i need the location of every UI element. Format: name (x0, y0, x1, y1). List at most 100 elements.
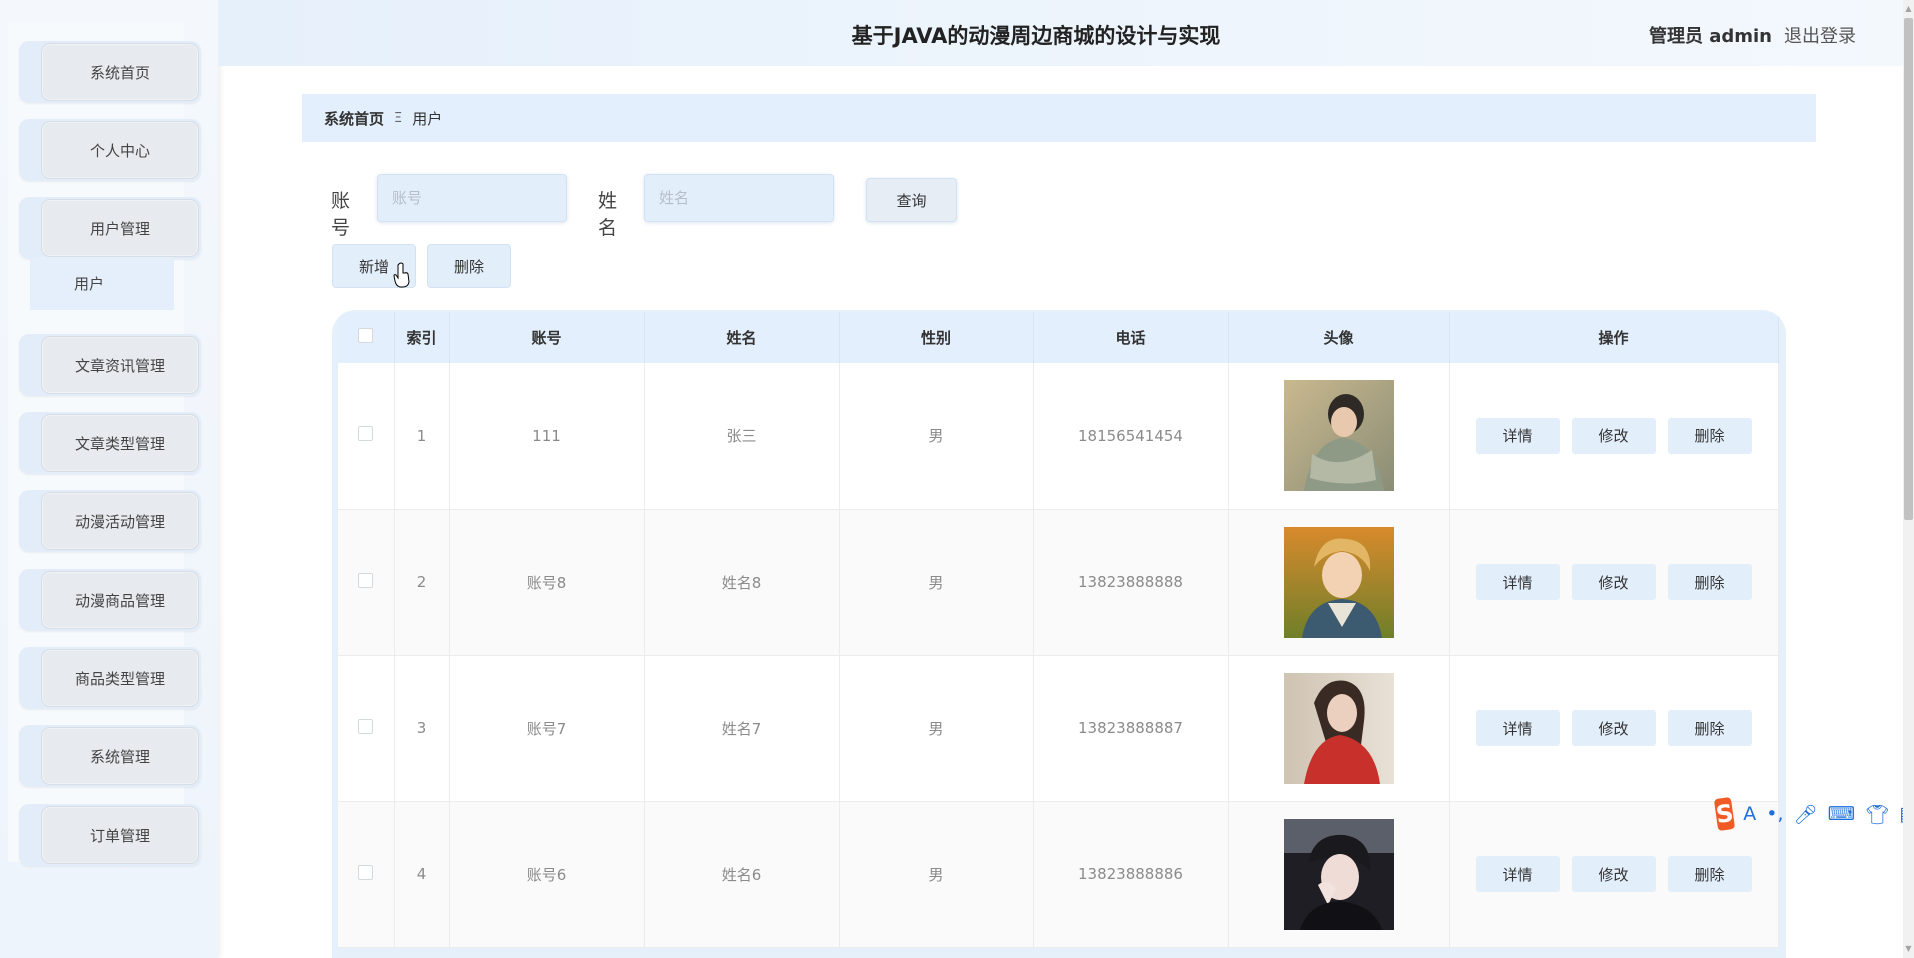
sidebar-item-label: 系统首页 (41, 43, 199, 101)
user-avatar-image[interactable] (1283, 672, 1394, 784)
shirt-icon[interactable]: 👕︎ (1865, 803, 1889, 826)
cell-gender: 男 (839, 363, 1034, 510)
table-row: 1 111 张三 男 18156541454 详情 修改 删除 (338, 363, 1779, 510)
ime-mode-icon[interactable]: A (1743, 803, 1756, 825)
column-header-gender: 性别 (839, 312, 1034, 363)
column-header-avatar: 头像 (1228, 312, 1450, 363)
sidebar-item-label: 用户管理 (41, 199, 199, 257)
row-checkbox[interactable] (358, 426, 374, 442)
scroll-down-arrow-icon[interactable]: ▼ (1903, 944, 1914, 954)
cell-index: 3 (394, 655, 450, 802)
hand-cursor-icon (393, 262, 410, 288)
breadcrumb: 系统首页 Ξ 用户 (302, 94, 1816, 142)
delete-button[interactable]: 删除 (1667, 856, 1752, 892)
row-select-cell (338, 801, 395, 948)
row-select-cell (338, 655, 395, 802)
sidebar-item-article-management[interactable]: 文章资讯管理 (19, 334, 201, 396)
scroll-up-arrow-icon[interactable]: ▲ (1903, 4, 1914, 14)
row-checkbox[interactable] (358, 864, 374, 880)
column-header-account: 账号 (449, 312, 645, 363)
sidebar-item-home[interactable]: 系统首页 (19, 41, 201, 103)
current-user: 管理员 admin (1648, 26, 1772, 47)
cell-account: 111 (449, 363, 645, 510)
user-avatar-image[interactable] (1283, 380, 1394, 492)
name-label: 姓名 (598, 190, 618, 239)
logout-link[interactable]: 退出登录 (1784, 22, 1856, 48)
sidebar-item-system-management[interactable]: 系统管理 (19, 725, 201, 787)
breadcrumb-home[interactable]: 系统首页 (324, 108, 384, 129)
scrollbar-thumb[interactable] (1904, 18, 1913, 520)
table-row: 2 账号8 姓名8 男 13823888888 详情 修改 删除 (338, 509, 1779, 656)
cell-avatar (1228, 655, 1450, 802)
cell-gender: 男 (839, 509, 1034, 656)
account-search-input[interactable] (377, 174, 567, 222)
sidebar-item-product-type-management[interactable]: 商品类型管理 (19, 647, 201, 709)
keyboard-icon[interactable]: ⌨ (1828, 803, 1855, 825)
row-checkbox[interactable] (358, 718, 374, 734)
sidebar-item-label: 动漫商品管理 (41, 571, 199, 629)
cell-account: 账号7 (449, 655, 645, 802)
cell-avatar (1228, 801, 1450, 948)
query-button[interactable]: 查询 (866, 178, 957, 222)
user-table-container: 索引 账号 姓名 性别 电话 头像 操作 1 111 张三 男 18156541… (332, 310, 1786, 958)
cell-phone: 13823888888 (1033, 509, 1229, 656)
top-header: 基于JAVA的动漫周边商城的设计与实现 管理员 admin 退出登录 (218, 0, 1914, 66)
cell-avatar (1228, 363, 1450, 510)
column-header-phone: 电话 (1033, 312, 1229, 363)
cell-name: 姓名8 (644, 509, 840, 656)
cell-gender: 男 (839, 655, 1034, 802)
edit-button[interactable]: 修改 (1571, 417, 1656, 454)
account-label: 账号 (331, 190, 351, 239)
row-checkbox[interactable] (358, 572, 374, 588)
user-avatar-image[interactable] (1283, 818, 1394, 930)
cell-index: 1 (394, 363, 450, 510)
name-search-input[interactable] (644, 174, 834, 222)
user-table: 索引 账号 姓名 性别 电话 头像 操作 1 111 张三 男 18156541… (338, 312, 1779, 948)
cell-actions: 详情 修改 删除 (1449, 363, 1779, 510)
batch-delete-button[interactable]: 删除 (427, 244, 511, 288)
detail-button[interactable]: 详情 (1475, 710, 1560, 746)
microphone-icon[interactable]: 🎤︎ (1794, 803, 1818, 826)
sidebar-item-anime-activity-management[interactable]: 动漫活动管理 (19, 490, 201, 552)
sidebar-item-label: 商品类型管理 (41, 649, 199, 707)
cell-index: 2 (394, 509, 450, 656)
table-row: 4 账号6 姓名6 男 13823888886 详情 修改 删除 (338, 801, 1779, 948)
column-header-name: 姓名 (644, 312, 840, 363)
column-header-actions: 操作 (1449, 312, 1779, 363)
sidebar-item-label: 文章资讯管理 (41, 336, 199, 394)
cell-name: 张三 (644, 363, 840, 510)
user-avatar-image[interactable] (1283, 526, 1394, 638)
breadcrumb-current: 用户 (412, 109, 443, 128)
sidebar-item-label: 个人中心 (41, 121, 199, 179)
cell-gender: 男 (839, 801, 1034, 948)
delete-button[interactable]: 删除 (1667, 710, 1752, 746)
cell-phone: 18156541454 (1033, 363, 1229, 510)
detail-button[interactable]: 详情 (1475, 564, 1560, 600)
cell-phone: 13823888886 (1033, 801, 1229, 948)
delete-button[interactable]: 删除 (1667, 564, 1752, 600)
sidebar-item-article-type-management[interactable]: 文章类型管理 (19, 412, 201, 474)
ime-logo-icon[interactable]: S (1713, 796, 1736, 832)
edit-button[interactable]: 修改 (1571, 856, 1656, 892)
sidebar-item-anime-product-management[interactable]: 动漫商品管理 (19, 569, 201, 631)
cell-account: 账号6 (449, 801, 645, 948)
sidebar-item-order-management[interactable]: 订单管理 (19, 804, 201, 866)
sidebar-item-label: 订单管理 (41, 806, 199, 864)
sidebar-item-user-management[interactable]: 用户管理 (19, 197, 201, 259)
detail-button[interactable]: 详情 (1475, 417, 1560, 454)
select-all-header (338, 312, 395, 363)
detail-button[interactable]: 详情 (1475, 856, 1560, 892)
user-info: 管理员 admin 退出登录 (1649, 22, 1856, 48)
edit-button[interactable]: 修改 (1571, 710, 1656, 746)
breadcrumb-separator-icon: Ξ (394, 110, 403, 126)
row-select-cell (338, 363, 395, 510)
delete-button[interactable]: 删除 (1667, 417, 1752, 454)
edit-button[interactable]: 修改 (1571, 564, 1656, 600)
select-all-checkbox[interactable] (358, 328, 374, 343)
sidebar-item-label: 动漫活动管理 (41, 492, 199, 550)
cell-phone: 13823888887 (1033, 655, 1229, 802)
cell-avatar (1228, 509, 1450, 656)
sidebar-item-personal-center[interactable]: 个人中心 (19, 119, 201, 181)
sidebar-subitem-user[interactable]: 用户 (30, 257, 174, 310)
ime-punctuation-icon[interactable]: •, (1766, 803, 1783, 825)
